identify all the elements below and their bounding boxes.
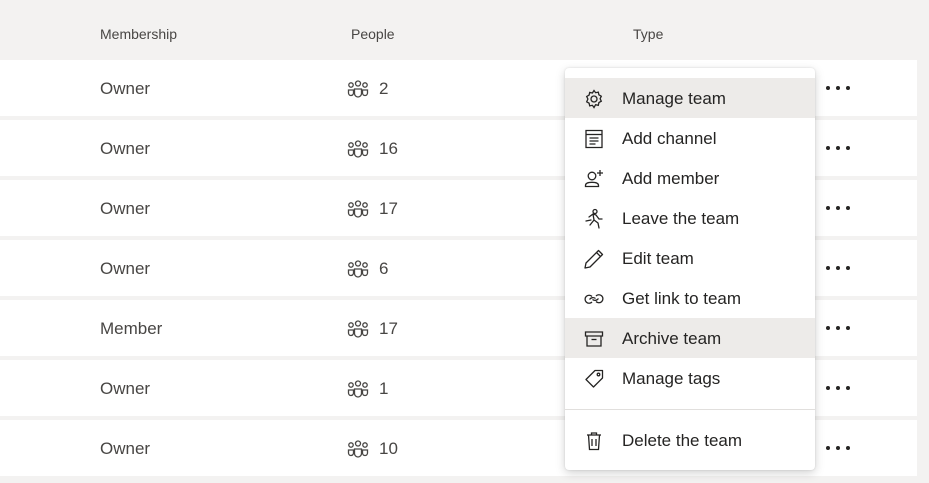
membership-cell: Owner — [100, 79, 151, 98]
scroll-gutter — [917, 0, 929, 483]
people-cell: 16 — [347, 139, 398, 159]
people-count: 1 — [379, 379, 389, 398]
people-count: 2 — [379, 79, 389, 98]
more-options-button[interactable] — [826, 318, 850, 338]
menu-item-manage-tags[interactable]: Manage tags — [565, 358, 815, 398]
people-cell: 1 — [347, 379, 388, 399]
membership-cell: Member — [100, 319, 163, 338]
add-person-icon — [583, 168, 605, 190]
more-options-button[interactable] — [826, 138, 850, 158]
membership-cell: Owner — [100, 439, 151, 458]
membership-cell: Owner — [100, 139, 151, 158]
walking-person-icon — [583, 208, 605, 230]
membership-cell: Owner — [100, 379, 151, 398]
link-icon — [583, 288, 605, 310]
table-header: Membership People Type — [0, 0, 917, 60]
gear-icon — [583, 88, 605, 110]
more-options-button[interactable] — [826, 438, 850, 458]
people-count: 17 — [379, 199, 398, 218]
menu-item-add-channel[interactable]: Add channel — [565, 118, 815, 158]
more-options-button[interactable] — [826, 78, 850, 98]
people-icon — [347, 80, 369, 98]
people-icon — [347, 200, 369, 218]
menu-item-add-member[interactable]: Add member — [565, 158, 815, 198]
people-cell: 10 — [347, 439, 398, 459]
channel-icon — [583, 128, 605, 150]
menu-item-leave-team[interactable]: Leave the team — [565, 198, 815, 238]
menu-item-label: Edit team — [622, 249, 694, 268]
more-options-button[interactable] — [826, 198, 850, 218]
people-count: 10 — [379, 439, 398, 458]
menu-item-delete-team[interactable]: Delete the team — [565, 420, 815, 460]
people-cell: 6 — [347, 259, 388, 279]
pencil-icon — [583, 248, 605, 270]
membership-cell: Owner — [100, 199, 151, 218]
menu-item-get-link[interactable]: Get link to team — [565, 278, 815, 318]
tag-icon — [583, 368, 605, 390]
people-icon — [347, 140, 369, 158]
more-options-button[interactable] — [826, 378, 850, 398]
membership-cell: Owner — [100, 259, 151, 278]
menu-item-archive-team[interactable]: Archive team — [565, 318, 815, 358]
menu-item-label: Delete the team — [622, 431, 743, 450]
people-icon — [347, 380, 369, 398]
team-context-menu: Manage team Add channel Add member Leave… — [565, 68, 815, 470]
menu-item-label: Add channel — [622, 129, 717, 148]
people-count: 16 — [379, 139, 398, 158]
menu-item-label: Leave the team — [622, 209, 740, 228]
menu-item-label: Get link to team — [622, 289, 742, 308]
menu-item-label: Add member — [622, 169, 720, 188]
column-header-people[interactable]: People — [351, 26, 395, 42]
people-icon — [347, 440, 369, 458]
menu-item-label: Manage team — [622, 89, 726, 108]
people-count: 17 — [379, 319, 398, 338]
people-cell: 17 — [347, 199, 398, 219]
people-icon — [347, 320, 369, 338]
menu-item-manage-team[interactable]: Manage team — [565, 78, 815, 118]
people-cell: 2 — [347, 79, 388, 99]
people-count: 6 — [379, 259, 389, 278]
column-header-type[interactable]: Type — [633, 26, 663, 42]
trash-icon — [583, 430, 605, 452]
people-icon — [347, 260, 369, 278]
menu-item-label: Archive team — [622, 329, 722, 348]
archive-box-icon — [583, 328, 605, 350]
column-header-membership[interactable]: Membership — [100, 26, 177, 42]
people-cell: 17 — [347, 319, 398, 339]
more-options-button[interactable] — [826, 258, 850, 278]
menu-item-edit-team[interactable]: Edit team — [565, 238, 815, 278]
menu-item-label: Manage tags — [622, 369, 721, 388]
menu-divider — [565, 409, 815, 410]
